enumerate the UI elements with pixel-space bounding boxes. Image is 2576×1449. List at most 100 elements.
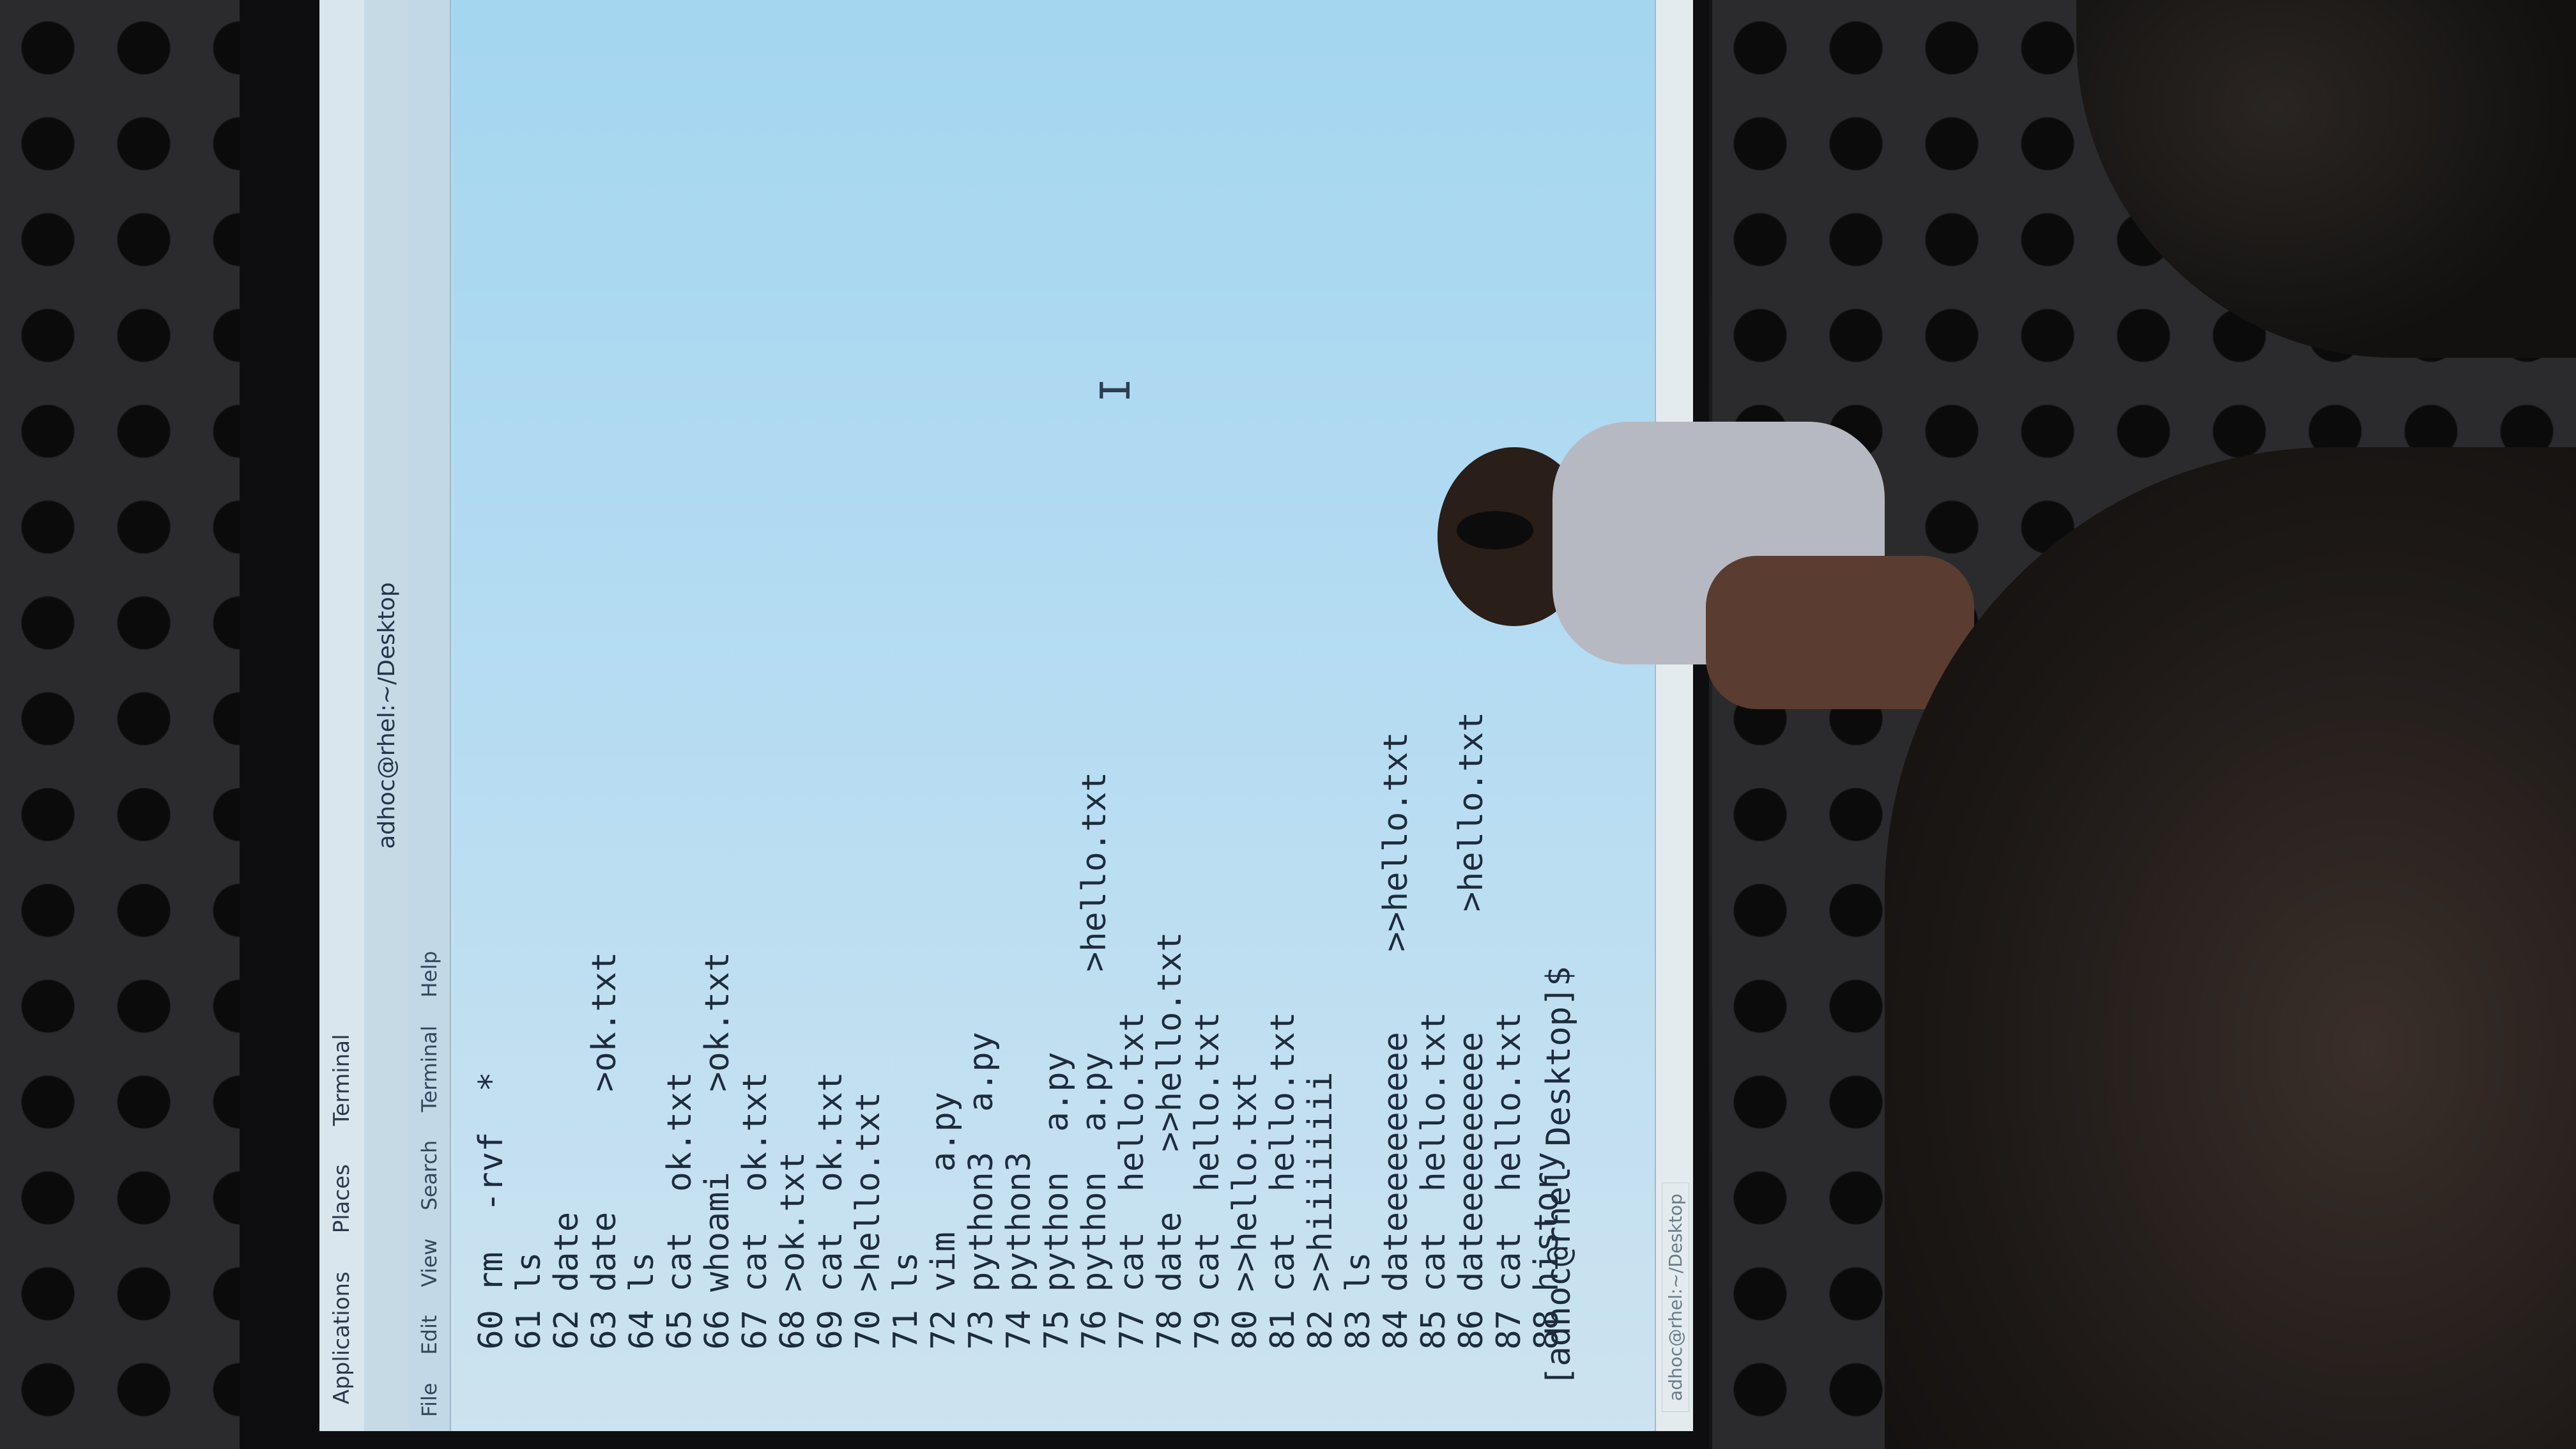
history-number: 82	[1301, 1310, 1340, 1350]
gnome-top-panel: Applications Places Terminal	[319, 0, 365, 1431]
history-row: 67 cat ok.txt	[736, 712, 774, 1386]
history-row: 62 date	[548, 712, 586, 1386]
history-command: cat ok.txt	[811, 1071, 850, 1292]
history-row: 80 >>hello.txt	[1226, 712, 1264, 1386]
history-command: python3 a.py	[962, 1032, 1000, 1292]
history-number: 86	[1452, 1310, 1491, 1350]
text-cursor-icon: I	[1092, 378, 1140, 402]
shell-prompt[interactable]: [adhoc@rhel Desktop]$	[1540, 967, 1578, 1386]
history-row: 79 cat hello.txt	[1188, 712, 1227, 1386]
history-command: python3	[1000, 1151, 1038, 1292]
photo-scene: Applications Places Terminal adhoc@rhel:…	[0, 0, 2576, 1449]
history-command: cat hello.txt	[1113, 1011, 1151, 1292]
history-command: python a.py >hello.txt	[1075, 772, 1114, 1292]
history-number: 79	[1188, 1310, 1227, 1350]
history-command: date >ok.txt	[585, 951, 624, 1292]
history-command: vim a.py	[924, 1091, 963, 1292]
window-title-bar[interactable]: adhoc@rhel:~/Desktop	[364, 0, 409, 1431]
history-command: >>hello.txt	[1226, 1071, 1264, 1292]
history-row: 61 ls	[510, 712, 548, 1386]
history-number: 61	[510, 1310, 548, 1350]
history-row: 60 rm -rvf *	[472, 712, 510, 1386]
history-number: 65	[661, 1310, 699, 1350]
history-row: 73 python3 a.py	[962, 712, 1000, 1386]
history-command: date >>hello.txt	[1151, 931, 1189, 1292]
history-number: 75	[1038, 1310, 1076, 1350]
history-row: 75 python a.py	[1038, 712, 1076, 1386]
history-command: >ok.txt	[774, 1151, 812, 1292]
history-number: 64	[623, 1310, 661, 1350]
window-title: adhoc@rhel:~/Desktop	[373, 582, 400, 849]
history-row: 76 python a.py >hello.txt	[1075, 712, 1114, 1386]
history-command: ls	[1339, 1252, 1377, 1292]
history-command: cat ok.txt	[661, 1071, 699, 1292]
history-row: 82 >>hiiiiiiii	[1301, 712, 1340, 1386]
history-number: 67	[736, 1310, 774, 1350]
history-number: 77	[1113, 1310, 1151, 1350]
history-number: 72	[924, 1310, 963, 1350]
history-row: 72 vim a.py	[924, 712, 963, 1386]
history-row: 64 ls	[623, 712, 661, 1386]
history-number: 84	[1377, 1310, 1415, 1350]
history-number: 76	[1075, 1310, 1114, 1350]
history-row: 78 date >>hello.txt	[1151, 712, 1189, 1386]
history-number: 74	[1000, 1310, 1038, 1350]
history-row: 77 cat hello.txt	[1113, 712, 1151, 1386]
history-command: whoami >ok.txt	[698, 951, 737, 1292]
history-command: ls	[887, 1252, 925, 1292]
history-command: cat hello.txt	[1264, 1011, 1302, 1292]
history-number: 68	[774, 1310, 812, 1350]
history-command: date	[548, 1211, 586, 1292]
history-number: 87	[1490, 1310, 1528, 1350]
history-command: >>hiiiiiiii	[1301, 1071, 1340, 1292]
history-command: cat ok.txt	[736, 1071, 774, 1292]
history-command: python a.py	[1038, 1052, 1076, 1292]
history-command: cat hello.txt	[1188, 1011, 1227, 1292]
history-command: dateeeeeeeeee >>hello.txt	[1377, 732, 1415, 1292]
history-number: 81	[1264, 1310, 1302, 1350]
history-row: 74 python3	[1000, 712, 1038, 1386]
history-number: 83	[1339, 1310, 1377, 1350]
history-number: 63	[585, 1310, 624, 1350]
terminal-menubar: File Edit View Search Terminal Help	[409, 0, 451, 1431]
menu-terminal[interactable]: Terminal	[417, 1011, 441, 1126]
history-number: 71	[887, 1310, 925, 1350]
history-command: >hello.txt	[849, 1091, 887, 1292]
history-row: 69 cat ok.txt	[811, 712, 850, 1386]
history-number: 60	[472, 1310, 510, 1350]
history-row: 65 cat ok.txt	[661, 712, 699, 1386]
history-command: rm -rvf *	[472, 1071, 510, 1292]
history-command: cat hello.txt	[1414, 1011, 1453, 1292]
history-number: 66	[698, 1310, 737, 1350]
history-number: 70	[849, 1310, 887, 1350]
history-row: 68 >ok.txt	[774, 712, 812, 1386]
menu-view[interactable]: View	[417, 1225, 441, 1301]
menu-help[interactable]: Help	[417, 937, 441, 1011]
history-command: cat hello.txt	[1490, 1011, 1528, 1292]
history-command: ls	[623, 1252, 661, 1292]
history-row: 84 dateeeeeeeeee >>hello.txt	[1377, 712, 1415, 1386]
history-number: 73	[962, 1310, 1000, 1350]
presenter-glasses	[1457, 511, 1533, 549]
menu-edit[interactable]: Edit	[417, 1301, 441, 1368]
taskbar-window-button[interactable]: adhoc@rhel:~/Desktop	[1661, 1183, 1689, 1412]
applications-menu[interactable]: Applications	[329, 1260, 355, 1416]
history-row: 66 whoami >ok.txt	[698, 712, 737, 1386]
history-row: 70 >hello.txt	[849, 712, 887, 1386]
history-row: 83 ls	[1339, 712, 1377, 1386]
places-menu[interactable]: Places	[329, 1153, 355, 1245]
history-number: 62	[548, 1310, 586, 1350]
history-row: 63 date >ok.txt	[585, 712, 624, 1386]
presenter-arm	[1706, 556, 1974, 709]
history-number: 78	[1151, 1310, 1189, 1350]
history-row: 71 ls	[887, 712, 925, 1386]
history-number: 85	[1414, 1310, 1453, 1350]
menu-file[interactable]: File	[417, 1368, 441, 1431]
history-number: 80	[1226, 1310, 1264, 1350]
history-number: 69	[811, 1310, 850, 1350]
history-row: 81 cat hello.txt	[1264, 712, 1302, 1386]
history-command: ls	[510, 1252, 548, 1292]
menu-search[interactable]: Search	[417, 1126, 441, 1225]
terminal-app-menu[interactable]: Terminal	[329, 1023, 355, 1138]
history-output: 60 rm -rvf * 61 ls 62 date 63 date >ok.txt 64 ls 6…	[472, 712, 1566, 1386]
